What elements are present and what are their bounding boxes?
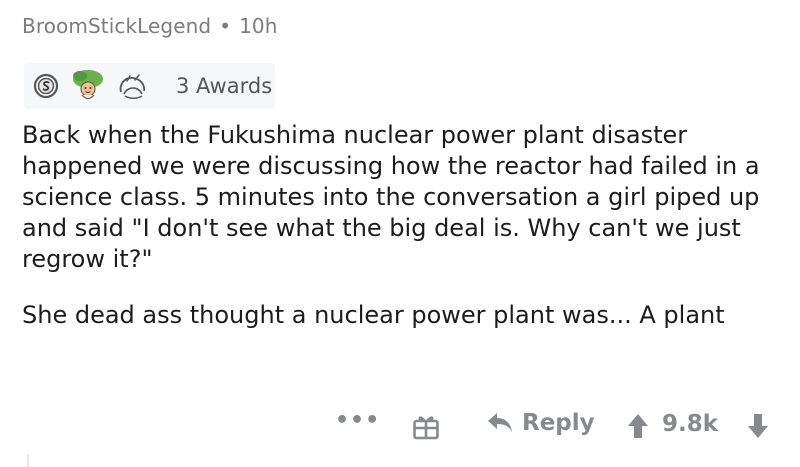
comment-time[interactable]: 10h — [239, 14, 277, 38]
reply-icon — [488, 413, 512, 432]
vote-score: 9.8k — [662, 411, 719, 437]
meta-separator: • — [219, 14, 232, 38]
more-options-button[interactable]: ••• — [335, 408, 380, 433]
upvote-arrow-icon[interactable] — [626, 413, 650, 439]
silver-award-icon — [33, 73, 59, 99]
thread-line[interactable] — [27, 454, 29, 467]
gift-icon[interactable] — [412, 412, 440, 440]
comment-body: Back when the Fukushima nuclear power pl… — [22, 120, 792, 331]
awards-bar[interactable]: 3 Awards — [24, 63, 275, 109]
downvote-arrow-icon[interactable] — [746, 413, 770, 439]
reply-button[interactable]: Reply — [486, 410, 595, 436]
comment-actions: ••• Reply 9.8k — [0, 404, 800, 448]
hugz-award-icon — [119, 74, 146, 99]
wholesome-award-icon — [73, 70, 103, 99]
comment-meta: BroomStickLegend • 10h — [22, 14, 278, 38]
comment-paragraph: Back when the Fukushima nuclear power pl… — [22, 121, 760, 273]
reply-label: Reply — [522, 410, 595, 436]
author-name[interactable]: BroomStickLegend — [22, 14, 211, 38]
awards-count-label: 3 Awards — [176, 74, 273, 98]
comment-paragraph: She dead ass thought a nuclear power pla… — [22, 301, 725, 329]
